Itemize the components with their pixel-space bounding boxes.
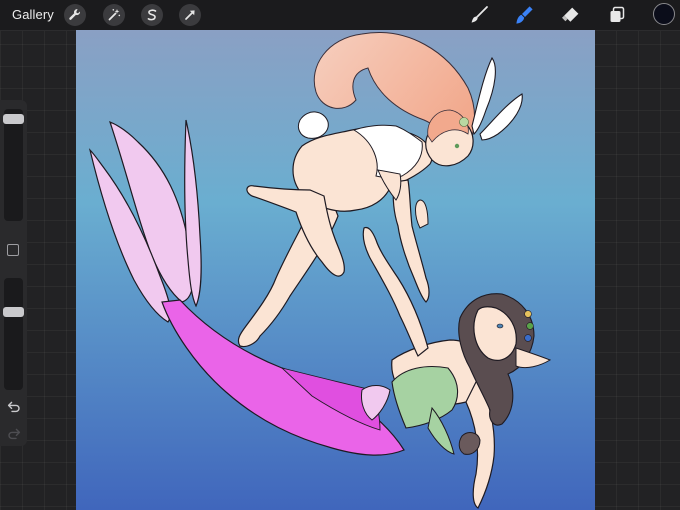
- wrench-icon: [69, 9, 80, 20]
- gallery-button[interactable]: Gallery: [12, 7, 54, 22]
- redo-button[interactable]: [5, 427, 22, 441]
- adjustments-button[interactable]: [103, 4, 125, 26]
- selection-icon: [147, 9, 157, 21]
- top-toolbar: Gallery: [0, 0, 680, 31]
- modify-button[interactable]: [7, 244, 19, 256]
- undo-button[interactable]: [5, 400, 22, 414]
- smudge-tool-button[interactable]: [512, 3, 536, 27]
- color-swatch[interactable]: [653, 3, 675, 25]
- actions-button[interactable]: [64, 4, 86, 26]
- brush-icon: [471, 6, 488, 23]
- drawing-canvas[interactable]: [76, 30, 595, 510]
- undo-icon: [7, 401, 20, 413]
- magic-wand-icon: [108, 9, 121, 21]
- layers-icon: [610, 6, 625, 22]
- transform-button[interactable]: [179, 4, 201, 26]
- brush-size-handle[interactable]: [3, 114, 24, 124]
- smudge-icon: [516, 6, 533, 24]
- opacity-handle[interactable]: [3, 307, 24, 317]
- eraser-icon: [562, 7, 579, 22]
- artwork: [76, 30, 595, 510]
- eraser-tool-button[interactable]: [558, 3, 582, 27]
- redo-icon: [7, 428, 20, 440]
- paint-tool-button[interactable]: [467, 3, 491, 27]
- layers-button[interactable]: [605, 3, 629, 27]
- sidebar: [0, 100, 27, 446]
- opacity-slider[interactable]: [3, 278, 24, 390]
- brush-size-slider[interactable]: [3, 109, 24, 221]
- selection-button[interactable]: [141, 4, 163, 26]
- transform-arrow-icon: [185, 10, 195, 20]
